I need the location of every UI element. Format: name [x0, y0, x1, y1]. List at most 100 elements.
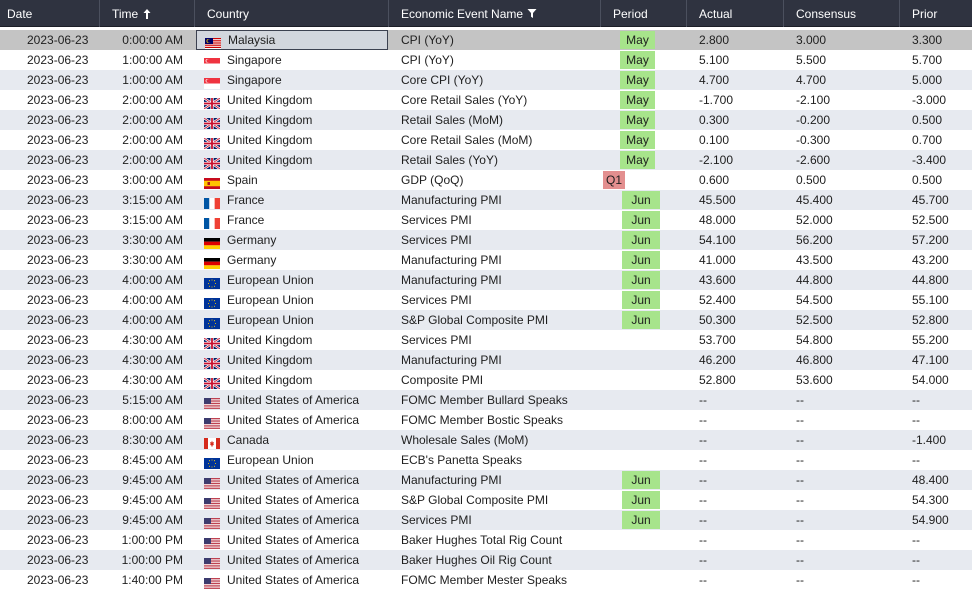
table-row[interactable]: 2023-06-23 3:00:00 AM Spain GDP (QoQ) Q1 0.60…	[0, 170, 972, 190]
france-flag-icon	[204, 215, 220, 229]
country-cell: United States of America	[196, 570, 388, 590]
period-cell	[610, 370, 685, 390]
table-row[interactable]: 2023-06-23 1:00:00 PM United States of Ame…	[0, 550, 972, 570]
country-cell: France	[196, 210, 388, 230]
prior-cell: 5.700	[912, 53, 943, 67]
event-name-cell: Retail Sales (YoY)	[401, 153, 498, 167]
table-row[interactable]: 2023-06-23 3:15:00 AM France Manufacturing …	[0, 190, 972, 210]
table-row[interactable]: 2023-06-23 8:00:00 AM United States of Ame…	[0, 410, 972, 430]
date-cell: 2023-06-23	[27, 93, 89, 107]
table-row[interactable]: 2023-06-23 2:00:00 AM United Kingdom Core R…	[0, 90, 972, 110]
european-union-flag-icon	[204, 275, 220, 289]
period-cell: Jun	[610, 270, 685, 290]
table-row[interactable]: 2023-06-23 5:15:00 AM United States of Ame…	[0, 390, 972, 410]
time-cell: 2:00:00 AM	[122, 133, 183, 147]
table-row[interactable]: 2023-06-23 8:45:00 AM European Union ECB's …	[0, 450, 972, 470]
table-row[interactable]: 2023-06-23 8:30:00 AM Canada Wholesale Sale…	[0, 430, 972, 450]
date-cell: 2023-06-23	[27, 313, 89, 327]
table-row[interactable]: 2023-06-23 9:45:00 AM United States of Ame…	[0, 470, 972, 490]
date-cell: 2023-06-23	[27, 293, 89, 307]
country-cell: Singapore	[196, 70, 388, 90]
table-row[interactable]: 2023-06-23 2:00:00 AM United Kingdom Core R…	[0, 130, 972, 150]
period-badge: Jun	[622, 471, 660, 489]
canada-flag-icon	[204, 435, 220, 449]
event-name-cell: Services PMI	[401, 513, 472, 527]
column-header-date[interactable]: Date	[0, 0, 100, 27]
date-cell: 2023-06-23	[27, 253, 89, 267]
economic-calendar-grid: Date Time Country Economic Event Name Pe…	[0, 0, 972, 593]
event-name-cell: Baker Hughes Oil Rig Count	[401, 553, 552, 567]
table-row[interactable]: 2023-06-23 3:30:00 AM Germany Manufacturing…	[0, 250, 972, 270]
country-cell: United Kingdom	[196, 150, 388, 170]
european-union-flag-icon	[204, 315, 220, 329]
country-cell: United Kingdom	[196, 90, 388, 110]
table-row[interactable]: 2023-06-23 4:00:00 AM European Union Servic…	[0, 290, 972, 310]
column-header-period[interactable]: Period	[601, 0, 687, 27]
period-cell	[610, 570, 685, 590]
table-row[interactable]: 2023-06-23 4:30:00 AM United Kingdom Compos…	[0, 370, 972, 390]
actual-cell: 50.300	[699, 313, 736, 327]
actual-cell: --	[699, 453, 707, 467]
event-name-cell: CPI (YoY)	[401, 53, 454, 67]
prior-cell: --	[912, 453, 920, 467]
table-row[interactable]: 2023-06-23 1:00:00 AM Singapore Core CPI (Y…	[0, 70, 972, 90]
column-header-country[interactable]: Country	[195, 0, 389, 27]
table-row[interactable]: 2023-06-23 2:00:00 AM United Kingdom Retail…	[0, 110, 972, 130]
prior-cell: 54.900	[912, 513, 949, 527]
country-name: Singapore	[227, 73, 282, 87]
table-row[interactable]: 2023-06-23 4:00:00 AM European Union S&P Gl…	[0, 310, 972, 330]
column-header-time[interactable]: Time	[100, 0, 195, 27]
period-cell: Jun	[610, 510, 685, 530]
filter-icon[interactable]	[527, 8, 537, 19]
table-row[interactable]: 2023-06-23 4:00:00 AM European Union Manufa…	[0, 270, 972, 290]
table-row[interactable]: 2023-06-23 1:00:00 AM Singapore CPI (YoY) Ma…	[0, 50, 972, 70]
table-row[interactable]: 2023-06-23 4:30:00 AM United Kingdom Servic…	[0, 330, 972, 350]
table-row[interactable]: 2023-06-23 9:45:00 AM United States of Ame…	[0, 510, 972, 530]
table-row[interactable]: 2023-06-23 2:00:00 AM United Kingdom Retail…	[0, 150, 972, 170]
period-badge: May	[620, 111, 655, 129]
table-row[interactable]: 2023-06-23 9:45:00 AM United States of Ame…	[0, 490, 972, 510]
period-cell	[610, 450, 685, 470]
actual-cell: 41.000	[699, 253, 736, 267]
country-name: United Kingdom	[227, 373, 313, 387]
column-header-event[interactable]: Economic Event Name	[389, 0, 601, 27]
consensus-cell: --	[796, 473, 804, 487]
table-row[interactable]: 2023-06-23 4:30:00 AM United Kingdom Manufa…	[0, 350, 972, 370]
table-row[interactable]: 2023-06-23 1:00:00 PM United States of Ame…	[0, 530, 972, 550]
column-header-actual-label: Actual	[699, 6, 733, 21]
date-cell: 2023-06-23	[27, 153, 89, 167]
country-cell: Singapore	[196, 50, 388, 70]
prior-cell: -1.400	[912, 433, 947, 447]
table-row[interactable]: 2023-06-23 3:15:00 AM France Services PMI Ju…	[0, 210, 972, 230]
time-cell: 0:00:00 AM	[122, 33, 183, 47]
column-header-consensus[interactable]: Consensus	[784, 0, 900, 27]
period-badge: Jun	[622, 231, 660, 249]
event-name-cell: Wholesale Sales (MoM)	[401, 433, 529, 447]
time-cell: 2:00:00 AM	[122, 113, 183, 127]
consensus-cell: --	[796, 533, 804, 547]
table-row[interactable]: 2023-06-23 1:40:00 PM United States of Ame…	[0, 570, 972, 590]
country-name: United Kingdom	[227, 333, 313, 347]
time-cell: 1:40:00 PM	[121, 573, 183, 587]
column-header-prior[interactable]: Prior	[900, 0, 972, 27]
actual-cell: --	[699, 553, 707, 567]
table-row[interactable]: 2023-06-23 0:00:00 AM Malaysia CPI (YoY) May…	[0, 30, 972, 50]
column-header-actual[interactable]: Actual	[687, 0, 784, 27]
date-cell: 2023-06-23	[27, 433, 89, 447]
period-badge: Jun	[622, 311, 660, 329]
period-cell: Q1	[603, 170, 685, 190]
sort-ascending-icon[interactable]	[142, 8, 152, 20]
prior-cell: 0.700	[912, 133, 943, 147]
table-row[interactable]: 2023-06-23 3:30:00 AM Germany Services PMI J…	[0, 230, 972, 250]
date-cell: 2023-06-23	[27, 553, 89, 567]
period-cell: May	[610, 90, 685, 110]
country-name: European Union	[227, 293, 314, 307]
date-cell: 2023-06-23	[27, 473, 89, 487]
date-cell: 2023-06-23	[27, 213, 89, 227]
date-cell: 2023-06-23	[27, 373, 89, 387]
time-cell: 1:00:00 PM	[121, 553, 183, 567]
prior-cell: 0.500	[912, 113, 943, 127]
event-name-cell: Manufacturing PMI	[401, 193, 502, 207]
event-name-cell: Composite PMI	[401, 373, 484, 387]
country-name: United Kingdom	[227, 353, 313, 367]
